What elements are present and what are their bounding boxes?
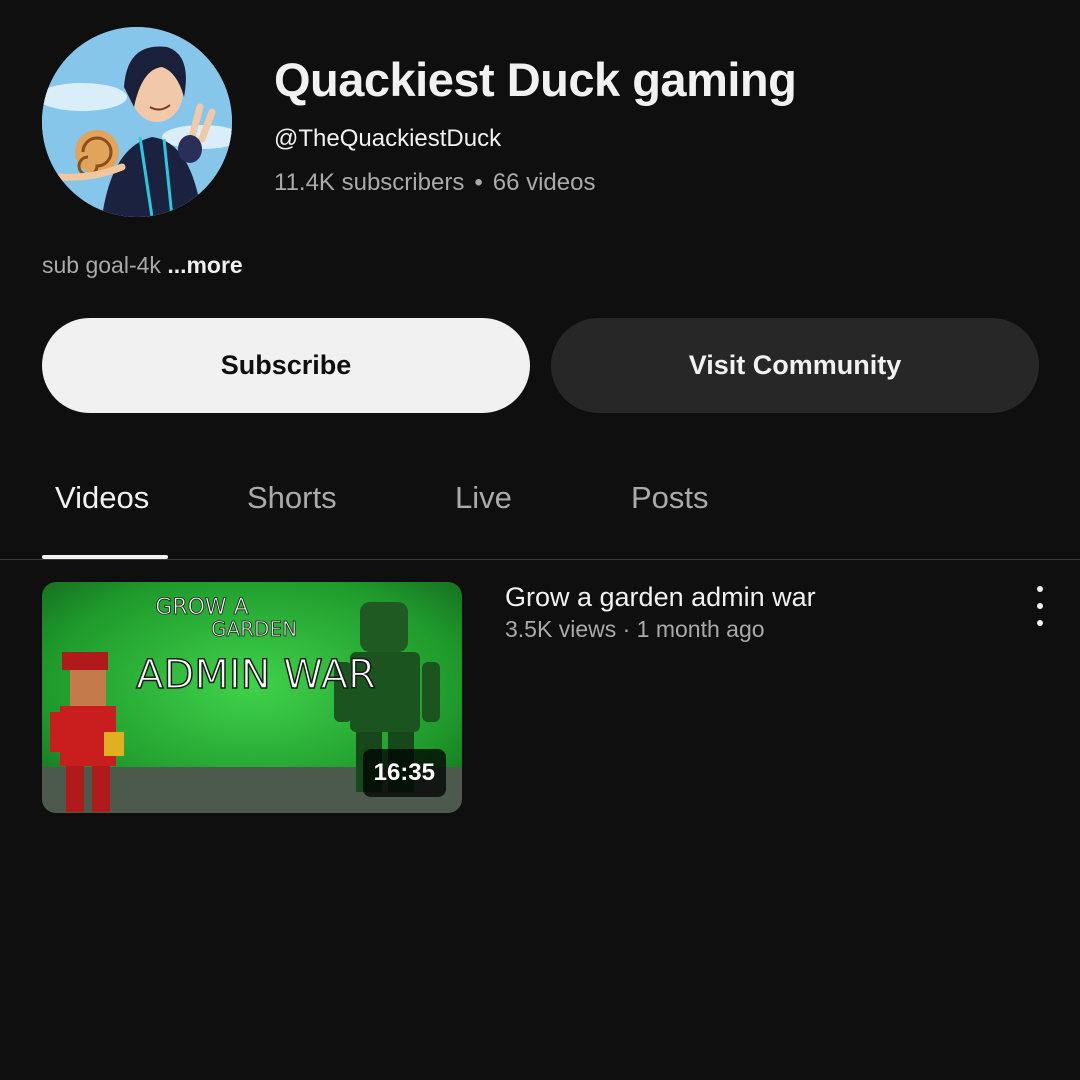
video-meta: 3.5K views · 1 month ago: [505, 616, 765, 642]
channel-description[interactable]: sub goal-4k ...more: [42, 252, 243, 279]
thumbnail-garden-text: GARDEN: [211, 617, 297, 641]
channel-stats: 11.4K subscribers • 66 videos: [274, 169, 595, 197]
channel-tabs: Videos Shorts Live Posts: [0, 460, 1080, 560]
description-text: sub goal-4k: [42, 252, 161, 278]
avatar-image: [42, 27, 232, 217]
kebab-dot: [1037, 586, 1043, 592]
kebab-dot: [1037, 603, 1043, 609]
more-options-icon[interactable]: [1024, 586, 1056, 626]
video-duration: 16:35: [362, 749, 446, 797]
tab-live[interactable]: Live: [455, 480, 512, 516]
subscribe-button[interactable]: Subscribe: [42, 318, 530, 413]
tab-videos[interactable]: Videos: [55, 480, 149, 516]
channel-name: Quackiest Duck gaming: [274, 53, 797, 106]
subscriber-count: 11.4K subscribers: [274, 169, 465, 196]
thumbnail-headline: ADMIN WAR: [136, 652, 376, 698]
tab-shorts[interactable]: Shorts: [247, 480, 337, 516]
visit-community-button[interactable]: Visit Community: [551, 318, 1039, 413]
video-title[interactable]: Grow a garden admin war: [505, 582, 816, 613]
video-count: 66 videos: [492, 169, 596, 196]
tab-posts[interactable]: Posts: [631, 480, 709, 516]
more-link[interactable]: ...more: [167, 252, 242, 278]
kebab-dot: [1037, 620, 1043, 626]
channel-avatar[interactable]: [42, 27, 232, 217]
stats-separator: •: [474, 169, 483, 196]
channel-handle: @TheQuackiestDuck: [274, 125, 502, 152]
video-thumbnail[interactable]: GROW A GARDEN ADMIN WAR 16:35: [42, 582, 462, 813]
tabs-divider: [0, 559, 1080, 560]
